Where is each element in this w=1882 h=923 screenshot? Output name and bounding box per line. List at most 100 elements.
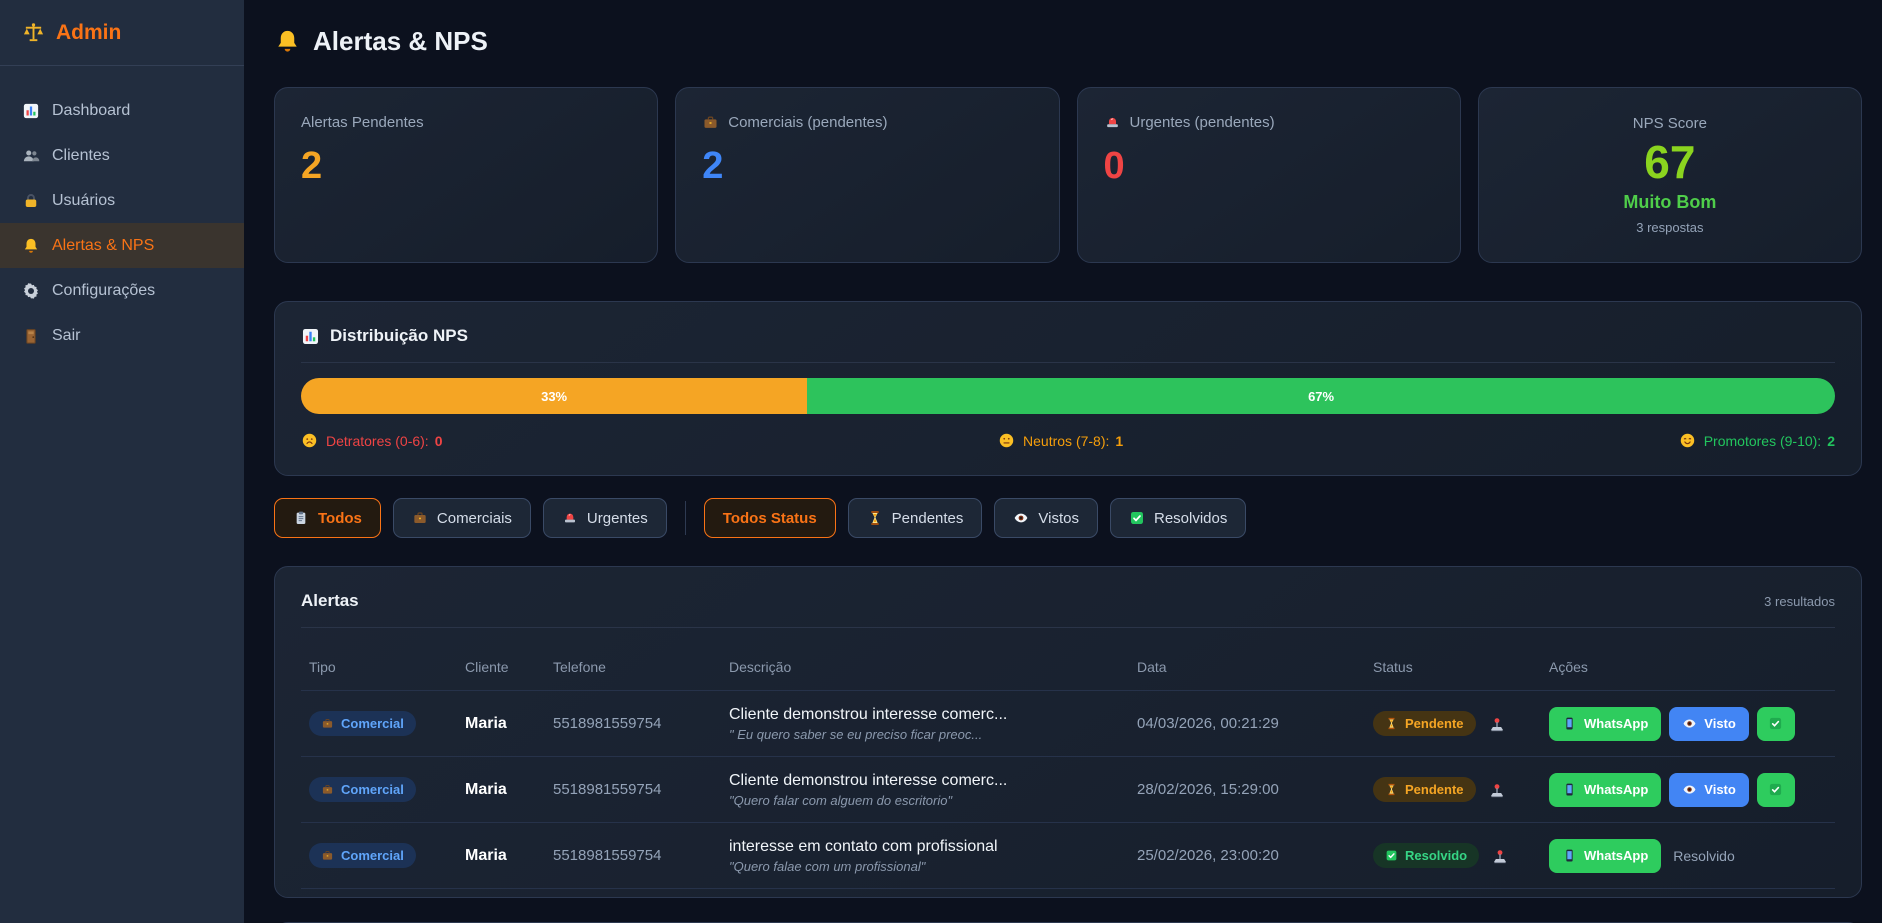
tipo-badge: Comercial bbox=[309, 843, 416, 868]
column-header-acoes: Ações bbox=[1549, 659, 1827, 675]
column-header-telefone: Telefone bbox=[553, 659, 729, 675]
nps-score-card: NPS Score 67 Muito Bom 3 respostas bbox=[1478, 87, 1862, 263]
page-title: Alertas & NPS bbox=[274, 26, 1862, 57]
phone-icon bbox=[1562, 716, 1577, 731]
bar-chart-icon bbox=[301, 327, 320, 346]
sidebar-item-dashboard[interactable]: Dashboard bbox=[0, 88, 244, 133]
joystick-icon[interactable] bbox=[1491, 847, 1509, 865]
phone-icon bbox=[1562, 848, 1577, 863]
visto-button[interactable]: Visto bbox=[1669, 773, 1749, 807]
check-icon bbox=[1385, 849, 1398, 862]
stat-card-urgentes: Urgentes (pendentes) 0 bbox=[1077, 87, 1461, 263]
distribution-title: Distribuição NPS bbox=[301, 326, 1835, 346]
alerts-table-title: Alertas bbox=[301, 591, 359, 611]
stat-label: Comerciais (pendentes) bbox=[728, 114, 887, 131]
stat-value: 2 bbox=[702, 145, 1032, 188]
status-cell: Pendente bbox=[1373, 777, 1549, 802]
eye-icon bbox=[1682, 716, 1697, 731]
filter-bar: Todos Comerciais Urgentes Todos Status bbox=[274, 498, 1862, 538]
actions-cell: WhatsApp Visto bbox=[1549, 707, 1827, 741]
filter-todos-status[interactable]: Todos Status bbox=[704, 498, 836, 538]
siren-icon bbox=[1104, 114, 1121, 131]
filter-urgentes[interactable]: Urgentes bbox=[543, 498, 667, 538]
nps-rating: Muito Bom bbox=[1623, 192, 1716, 213]
bell-icon bbox=[274, 28, 301, 55]
filter-label: Todos bbox=[318, 510, 362, 527]
filter-vistos[interactable]: Vistos bbox=[994, 498, 1098, 538]
stats-row: Alertas Pendentes 2 Comerciais (pendente… bbox=[274, 87, 1862, 263]
check-icon bbox=[1129, 510, 1145, 526]
whatsapp-button[interactable]: WhatsApp bbox=[1549, 773, 1661, 807]
sidebar-item-alertas-nps[interactable]: Alertas & NPS bbox=[0, 223, 244, 268]
distribution-legend: Detratores (0-6): 0 Neutros (7-8): 1 Pro… bbox=[301, 432, 1835, 449]
cliente-cell: Maria bbox=[465, 715, 553, 733]
table-row: Comercial Maria 5518981559754 interesse … bbox=[301, 823, 1835, 889]
resolved-note: Resolvido bbox=[1673, 848, 1734, 864]
alerts-table-card: Alertas 3 resultados Tipo Cliente Telefo… bbox=[274, 566, 1862, 898]
tipo-label: Comercial bbox=[341, 848, 404, 863]
filter-label: Todos Status bbox=[723, 510, 817, 527]
sidebar-item-label: Alertas & NPS bbox=[52, 237, 154, 255]
status-label: Resolvido bbox=[1405, 848, 1467, 863]
app-window: Admin Dashboard Clientes Usuários bbox=[0, 0, 1882, 923]
legend-label: Detratores (0-6): bbox=[326, 433, 429, 449]
neutral-face-icon bbox=[998, 432, 1015, 449]
door-icon bbox=[22, 327, 40, 345]
filter-pendentes[interactable]: Pendentes bbox=[848, 498, 983, 538]
phone-icon bbox=[1562, 782, 1577, 797]
stat-label: Alertas Pendentes bbox=[301, 114, 424, 131]
filter-todos[interactable]: Todos bbox=[274, 498, 381, 538]
actions-cell: WhatsApp Visto bbox=[1549, 773, 1827, 807]
cliente-cell: Maria bbox=[465, 781, 553, 799]
status-cell: Pendente bbox=[1373, 711, 1549, 736]
legend-count: 0 bbox=[435, 433, 443, 449]
status-cell: Resolvido bbox=[1373, 843, 1549, 868]
sidebar-item-label: Sair bbox=[52, 327, 80, 345]
descricao-text: Cliente demonstrou interesse comerc... bbox=[729, 706, 1137, 724]
joystick-icon[interactable] bbox=[1488, 715, 1506, 733]
check-icon bbox=[1768, 782, 1783, 797]
joystick-icon[interactable] bbox=[1488, 781, 1506, 799]
nps-distribution-bar: 33% 67% bbox=[301, 378, 1835, 414]
whatsapp-button[interactable]: WhatsApp bbox=[1549, 707, 1661, 741]
filter-comerciais[interactable]: Comerciais bbox=[393, 498, 531, 538]
nps-distribution-card: Distribuição NPS 33% 67% Detratores (0-6… bbox=[274, 301, 1862, 476]
table-row: Comercial Maria 5518981559754 Cliente de… bbox=[301, 757, 1835, 823]
whatsapp-label: WhatsApp bbox=[1584, 782, 1648, 797]
filter-group-divider bbox=[685, 501, 686, 535]
data-cell: 28/02/2026, 15:29:00 bbox=[1137, 781, 1373, 798]
bell-icon bbox=[22, 237, 40, 255]
tipo-label: Comercial bbox=[341, 782, 404, 797]
actions-cell: WhatsApp Resolvido bbox=[1549, 839, 1827, 873]
sidebar-item-clientes[interactable]: Clientes bbox=[0, 133, 244, 178]
sidebar-item-configuracoes[interactable]: Configurações bbox=[0, 268, 244, 313]
stat-card-alertas-pendentes: Alertas Pendentes 2 bbox=[274, 87, 658, 263]
sidebar-item-label: Usuários bbox=[52, 192, 115, 210]
filter-label: Comerciais bbox=[437, 510, 512, 527]
gear-icon bbox=[22, 282, 40, 300]
descricao-text: Cliente demonstrou interesse comerc... bbox=[729, 772, 1137, 790]
data-cell: 04/03/2026, 00:21:29 bbox=[1137, 715, 1373, 732]
filter-resolvidos[interactable]: Resolvidos bbox=[1110, 498, 1246, 538]
resolve-button[interactable] bbox=[1757, 707, 1795, 741]
tipo-label: Comercial bbox=[341, 716, 404, 731]
column-header-tipo: Tipo bbox=[309, 659, 465, 675]
nps-title: NPS Score bbox=[1633, 115, 1707, 132]
whatsapp-button[interactable]: WhatsApp bbox=[1549, 839, 1661, 873]
descricao-cell: interesse em contato com profissional "Q… bbox=[729, 838, 1137, 874]
column-header-data: Data bbox=[1137, 659, 1373, 675]
visto-label: Visto bbox=[1704, 782, 1736, 797]
sidebar-item-sair[interactable]: Sair bbox=[0, 313, 244, 358]
bar-chart-icon bbox=[22, 102, 40, 120]
descricao-cell: Cliente demonstrou interesse comerc... "… bbox=[729, 706, 1137, 742]
bar-segment-promoters: 67% bbox=[807, 378, 1835, 414]
briefcase-icon bbox=[321, 717, 334, 730]
visto-button[interactable]: Visto bbox=[1669, 707, 1749, 741]
sidebar-item-usuarios[interactable]: Usuários bbox=[0, 178, 244, 223]
resolve-button[interactable] bbox=[1757, 773, 1795, 807]
column-header-cliente: Cliente bbox=[465, 659, 553, 675]
check-icon bbox=[1768, 716, 1783, 731]
status-label: Pendente bbox=[1405, 782, 1464, 797]
divider bbox=[301, 627, 1835, 628]
status-badge: Resolvido bbox=[1373, 843, 1479, 868]
